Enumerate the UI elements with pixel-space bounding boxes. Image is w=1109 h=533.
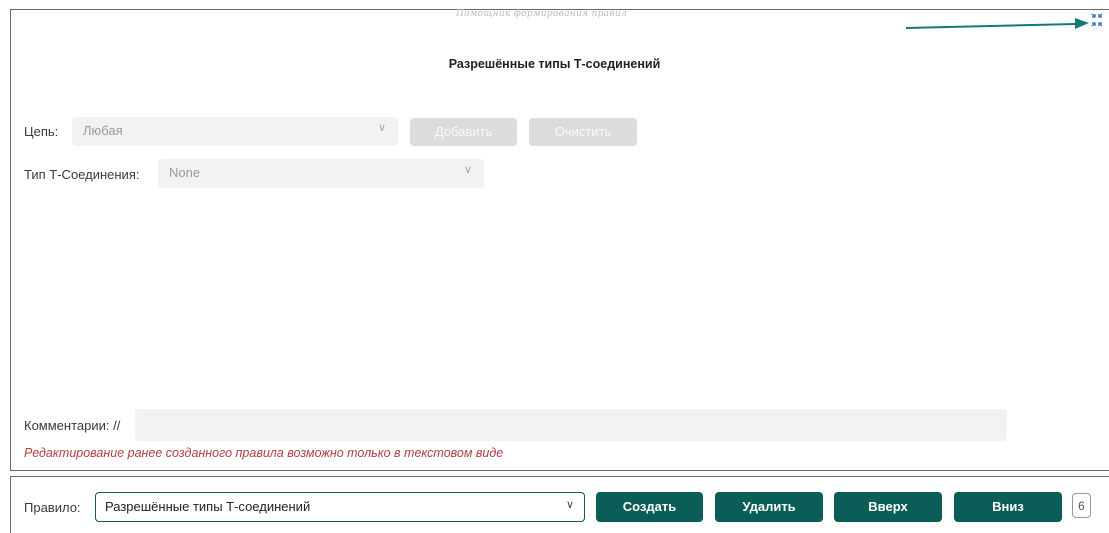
rule-select[interactable]: Разрешённые типы Т-соединений ∨	[95, 492, 585, 522]
chevron-down-icon: ∨	[377, 122, 386, 134]
rule-select-value: Разрешённые типы Т-соединений	[105, 499, 311, 514]
joint-type-select[interactable]: None ∨	[158, 159, 484, 188]
rule-label: Правило:	[24, 500, 81, 515]
page-title: Разрешённые типы Т-соединений	[448, 57, 661, 71]
clear-button[interactable]: Очистить	[529, 118, 637, 146]
comment-label: Комментарии: //	[24, 418, 121, 433]
chain-label: Цепь:	[24, 124, 59, 139]
rule-editor-panel	[10, 9, 1109, 471]
create-button[interactable]: Создать	[596, 492, 703, 522]
joint-type-label: Тип Т-Соединения:	[24, 167, 140, 182]
collapse-icon[interactable]	[1090, 8, 1104, 30]
move-down-button[interactable]: Вниз	[954, 492, 1062, 522]
chain-select[interactable]: Любая ∨	[72, 117, 398, 146]
panel-watermark: Помощник формирования правил	[456, 9, 628, 19]
chevron-down-icon: ∨	[463, 164, 472, 176]
annotation-arrow	[905, 18, 1089, 29]
edit-restriction-note: Редактирование ранее созданного правила …	[24, 446, 504, 460]
move-up-button[interactable]: Вверх	[834, 492, 942, 522]
chevron-down-icon: ∨	[565, 499, 574, 511]
chain-select-value: Любая	[83, 123, 123, 138]
rule-count-badge: 6	[1072, 493, 1091, 518]
comment-input[interactable]	[135, 409, 1007, 441]
joint-type-select-value: None	[169, 165, 201, 180]
delete-button[interactable]: Удалить	[715, 492, 823, 522]
add-button[interactable]: Добавить	[410, 118, 517, 146]
